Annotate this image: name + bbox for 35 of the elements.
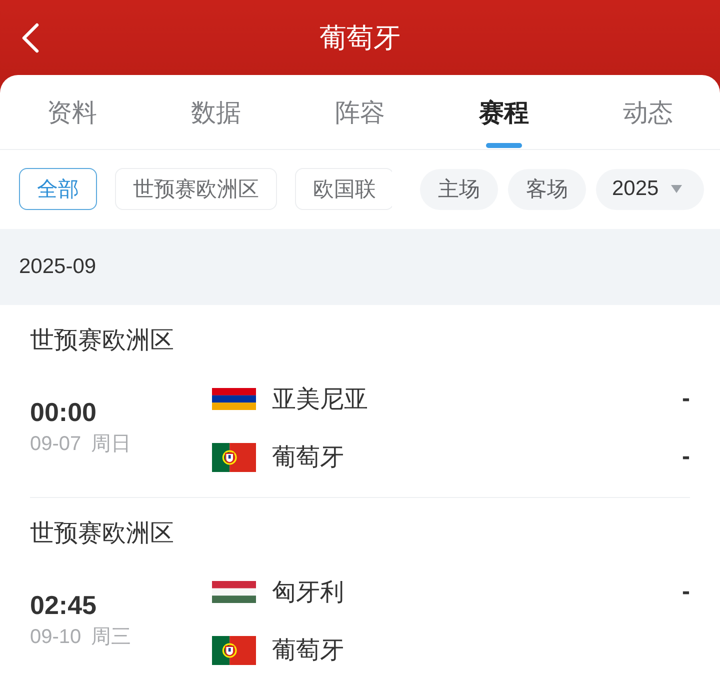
back-button[interactable] (20, 22, 40, 54)
match-date: 09-10 (30, 626, 82, 648)
tab[interactable]: 资料 (0, 75, 144, 149)
match-weekday: 周三 (91, 626, 132, 648)
match-weekday: 周日 (91, 433, 132, 455)
team-name: 葡萄牙 (272, 636, 344, 666)
match-date: 09-07 (30, 433, 82, 455)
filter-chip[interactable]: 全部 (19, 168, 97, 210)
flag-icon (212, 442, 256, 472)
match-time: 00:00 (30, 396, 96, 428)
tab[interactable]: 数据 (144, 75, 288, 149)
score: - (682, 578, 690, 606)
competition-title: 世预赛欧洲区 (30, 326, 174, 356)
score: - (682, 385, 690, 413)
flag-icon (212, 388, 256, 410)
year-dropdown[interactable]: 2025 (596, 168, 704, 210)
filter-chip[interactable]: 世预赛欧洲区 (115, 168, 277, 210)
venue-filter[interactable]: 客场 (508, 168, 586, 210)
caret-icon (670, 185, 682, 193)
month-header: 2025-09 (0, 229, 720, 305)
tab[interactable]: 阵容 (288, 75, 432, 149)
filter-chip[interactable]: 欧国联 (295, 168, 392, 210)
score: - (682, 443, 690, 471)
match-time: 02:45 (30, 589, 96, 621)
flag-icon (212, 636, 256, 664)
back-icon (20, 22, 40, 54)
team-name: 葡萄牙 (272, 443, 344, 473)
tab[interactable]: 赛程 (432, 75, 576, 149)
venue-filter[interactable]: 主场 (420, 168, 498, 210)
page-title: 葡萄牙 (320, 22, 400, 54)
competition-title: 世预赛欧洲区 (30, 519, 174, 549)
flag-icon (212, 581, 256, 603)
tab[interactable]: 动态 (576, 75, 720, 149)
team-name: 匈牙利 (272, 578, 344, 608)
team-name: 亚美尼亚 (272, 385, 368, 415)
